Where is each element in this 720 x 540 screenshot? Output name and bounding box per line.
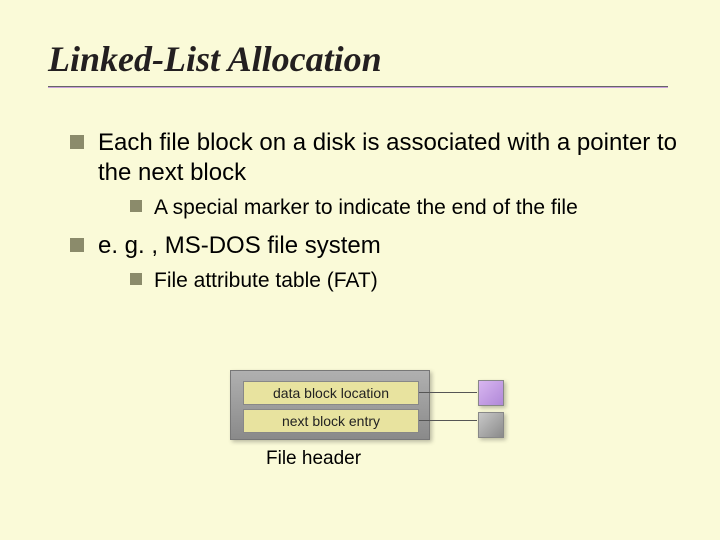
entry-block-icon xyxy=(478,412,504,438)
slide-title: Linked-List Allocation xyxy=(0,0,720,82)
field-next-block-entry: next block entry xyxy=(243,409,419,433)
slide-content: Each file block on a disk is associated … xyxy=(0,88,720,295)
connector-line xyxy=(419,420,477,421)
square-bullet-icon xyxy=(70,238,84,252)
sub-bullet-text: File attribute table (FAT) xyxy=(154,267,680,294)
connector-line xyxy=(419,392,477,393)
diagram-caption: File header xyxy=(266,448,361,470)
file-header-diagram: data block location next block entry Fil… xyxy=(230,370,510,500)
bullet-item-1: Each file block on a disk is associated … xyxy=(70,128,680,221)
sub-bullet-item-2: File attribute table (FAT) xyxy=(98,267,680,294)
bullet-text: Each file block on a disk is associated … xyxy=(98,128,680,188)
bullet-item-2: e. g. , MS-DOS file system File attribut… xyxy=(70,231,680,294)
header-box: data block location next block entry xyxy=(230,370,430,440)
sub-bullet-item-1: A special marker to indicate the end of … xyxy=(98,194,680,221)
square-bullet-icon xyxy=(70,135,84,149)
square-bullet-icon xyxy=(130,273,142,285)
data-block-icon xyxy=(478,380,504,406)
sub-bullet-text: A special marker to indicate the end of … xyxy=(154,194,680,221)
square-bullet-icon xyxy=(130,200,142,212)
field-data-block-location: data block location xyxy=(243,381,419,405)
bullet-text: e. g. , MS-DOS file system xyxy=(98,231,680,261)
